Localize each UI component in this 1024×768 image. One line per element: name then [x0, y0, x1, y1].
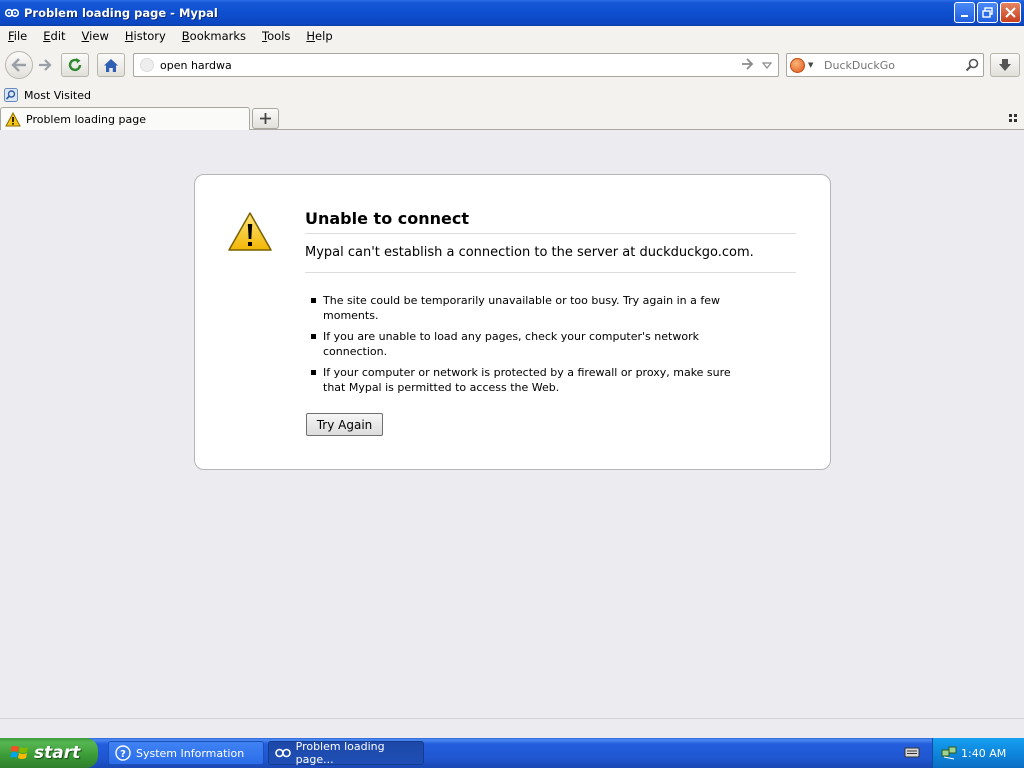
menu-history[interactable]: History [117, 29, 174, 43]
plus-icon [260, 113, 271, 124]
restore-button[interactable] [977, 2, 998, 23]
error-short-description: Mypal can't establish a connection to th… [305, 245, 796, 273]
mypal-app-icon [275, 748, 291, 758]
system-tray: 1:40 AM [932, 738, 1024, 768]
search-bar[interactable]: ▼ [786, 53, 984, 77]
menu-help[interactable]: Help [298, 29, 340, 43]
taskbar: start ? System Information Problem loadi… [0, 738, 1024, 768]
menu-history-rest: istory [133, 29, 166, 43]
menu-bookmarks-rest: ookmarks [189, 29, 247, 43]
list-item: The site could be temporarily unavailabl… [311, 293, 751, 323]
chevron-down-icon: ▼ [808, 61, 814, 69]
menu-view[interactable]: View [74, 29, 117, 43]
most-visited-bookmark[interactable]: Most Visited [4, 88, 91, 102]
menu-help-rest: elp [315, 29, 333, 43]
navigation-toolbar: ▼ [0, 46, 1024, 84]
url-bar[interactable] [133, 53, 779, 77]
home-icon [104, 58, 118, 72]
reload-icon [68, 58, 82, 72]
menu-view-rest: iew [89, 29, 109, 43]
search-icon[interactable] [965, 58, 979, 75]
forward-arrow-icon [39, 59, 52, 71]
title-bar: Problem loading page - Mypal [0, 0, 1024, 26]
tab-label: Problem loading page [26, 112, 146, 126]
close-icon [1005, 7, 1016, 18]
download-arrow-icon [999, 59, 1011, 71]
list-item: If your computer or network is protected… [311, 365, 751, 395]
grid-icon [1009, 114, 1017, 122]
menu-tools[interactable]: Tools [254, 29, 298, 43]
site-identity-icon [140, 58, 154, 72]
help-icon: ? [115, 745, 131, 761]
back-arrow-icon [11, 58, 26, 72]
taskbar-item-label: Problem loading page... [295, 740, 385, 766]
go-arrow-icon[interactable] [741, 58, 754, 73]
most-visited-label: Most Visited [24, 88, 91, 102]
taskbar-item-mypal[interactable]: Problem loading page... [268, 740, 424, 766]
window-title: Problem loading page - Mypal [24, 6, 218, 20]
status-bar [0, 718, 1024, 738]
downloads-button[interactable] [990, 53, 1020, 77]
bookmarks-toolbar: Most Visited [0, 84, 1024, 106]
reload-button[interactable] [61, 53, 89, 77]
minimize-icon [960, 14, 968, 17]
network-icon[interactable] [941, 745, 957, 764]
taskbar-item-label: System Information [136, 746, 245, 760]
home-button[interactable] [97, 53, 125, 77]
restore-icon [982, 7, 993, 18]
warning-icon [227, 211, 273, 256]
clock: 1:40 AM [961, 746, 1007, 760]
menu-bar: File Edit View History Bookmarks Tools H… [0, 26, 1024, 46]
error-suggestions: The site could be temporarily unavailabl… [311, 293, 751, 401]
menu-file[interactable]: File [0, 29, 35, 43]
tab-list-button[interactable] [1008, 113, 1018, 126]
duckduckgo-icon [790, 57, 805, 73]
window-controls [954, 2, 1021, 23]
start-label: start [34, 743, 81, 763]
menu-edit[interactable]: Edit [35, 29, 73, 43]
mypal-app-icon [4, 5, 20, 21]
tab-strip: Problem loading page [0, 106, 1024, 130]
page-content: Unable to connect Mypal can't establish … [0, 130, 1024, 738]
close-button[interactable] [1000, 2, 1021, 23]
start-button[interactable]: start [0, 738, 98, 768]
warning-icon [5, 111, 21, 126]
url-dropdown-icon[interactable] [761, 60, 773, 73]
search-engine-selector[interactable]: ▼ [790, 54, 818, 76]
tab-problem-loading[interactable]: Problem loading page [0, 107, 250, 130]
svg-text:?: ? [120, 749, 126, 760]
back-button[interactable] [5, 51, 33, 79]
error-title: Unable to connect [305, 209, 796, 234]
try-again-button[interactable]: Try Again [306, 413, 383, 436]
menu-bookmarks[interactable]: Bookmarks [174, 29, 254, 43]
windows-logo-icon [10, 746, 28, 759]
taskbar-item-system-information[interactable]: ? System Information [108, 741, 264, 765]
error-page-container: Unable to connect Mypal can't establish … [194, 174, 831, 470]
menu-file-rest: ile [13, 29, 28, 43]
menu-edit-rest: dit [50, 29, 66, 43]
keyboard-icon[interactable] [904, 746, 920, 761]
list-item: If you are unable to load any pages, che… [311, 329, 751, 359]
forward-button[interactable] [33, 55, 57, 75]
menu-tools-rest: ools [267, 29, 291, 43]
new-tab-button[interactable] [252, 108, 279, 129]
url-input[interactable] [160, 58, 720, 72]
most-visited-icon [4, 88, 18, 102]
minimize-button[interactable] [954, 2, 975, 23]
search-input[interactable] [824, 58, 964, 72]
